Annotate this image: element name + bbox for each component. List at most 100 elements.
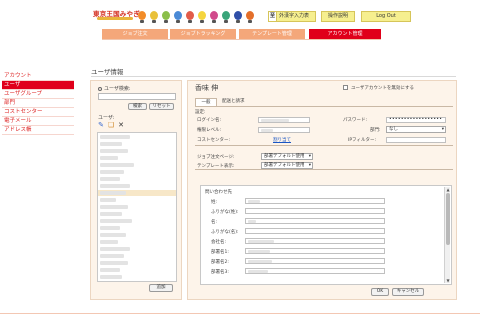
scroll-down-icon[interactable]: ▼ — [445, 278, 451, 283]
user-search-label-text: ユーザ検索: — [104, 86, 131, 92]
tab-template-management[interactable]: テンプレート管理 — [239, 29, 305, 39]
first-name-field[interactable] — [245, 218, 385, 224]
mascot-icon — [150, 11, 158, 23]
logo: 東京王国みやぎ — [93, 8, 140, 23]
list-item[interactable] — [98, 141, 176, 147]
sidebar-item-users[interactable]: ユーザ — [2, 81, 74, 90]
ip-filter-field[interactable] — [386, 137, 446, 143]
list-item[interactable] — [98, 253, 176, 259]
first-name-kana-label: ふりがな(名): — [211, 230, 239, 235]
tab-general[interactable]: 一般 — [195, 98, 217, 106]
logo-swoosh — [97, 17, 133, 20]
list-item[interactable] — [98, 260, 176, 266]
first-name-label: 名: — [211, 220, 218, 225]
footer-divider — [0, 313, 480, 314]
list-item[interactable] — [98, 169, 176, 175]
mascot-icon — [234, 11, 242, 23]
password-label: パスワード: — [343, 118, 368, 123]
list-item[interactable] — [98, 176, 176, 182]
search-button[interactable]: 検索 — [128, 103, 147, 110]
list-item[interactable] — [98, 274, 176, 280]
ok-button[interactable]: OK — [371, 288, 389, 296]
tab-job-order[interactable]: ジョブ注文 — [102, 29, 168, 39]
job-order-page-select[interactable]: 部署デフォルト使用 — [261, 153, 313, 160]
disable-account-label: ユーザアカウントを無効にする — [351, 86, 414, 91]
user-list-toolbar: ✎ ❏ ✕ — [97, 121, 137, 130]
department-name-3-label: 部署名3: — [211, 270, 229, 275]
department-name-1-field[interactable] — [245, 248, 385, 254]
kanji-input-button[interactable]: 至外漢字入力表 — [268, 11, 316, 22]
list-item[interactable] — [98, 155, 176, 161]
mascot-icon — [138, 11, 146, 23]
user-list[interactable] — [97, 132, 177, 282]
list-item[interactable] — [98, 218, 176, 224]
sidebar-item-address-book[interactable]: アドレス帳 — [2, 126, 74, 135]
list-item[interactable] — [98, 246, 176, 252]
first-name-kana-field[interactable] — [245, 228, 385, 234]
add-user-button[interactable]: 追加 — [149, 284, 173, 292]
mascot-icon — [198, 11, 206, 23]
list-item[interactable] — [98, 183, 176, 189]
list-item[interactable] — [98, 211, 176, 217]
sidebar: アカウント ユーザ ユーザグループ 部門 コストセンター 電子メール アドレス帳 — [2, 72, 74, 135]
disable-account-checkbox[interactable]: ユーザアカウントを無効にする — [343, 85, 414, 91]
users-label: ユーザ: — [98, 115, 115, 121]
department-select[interactable]: なし — [386, 126, 446, 133]
tab-divider — [102, 39, 381, 40]
mascot-icon — [186, 11, 194, 23]
list-item[interactable] — [98, 162, 176, 168]
delete-user-icon[interactable]: ✕ — [117, 121, 125, 129]
kanji-button-label: 外漢字入力表 — [279, 13, 310, 19]
reset-button[interactable]: リセット — [149, 103, 174, 110]
scrollbar-thumb[interactable] — [446, 193, 450, 245]
ip-filter-label: IPフィルター: — [348, 138, 376, 143]
sidebar-item-cost-centers[interactable]: コストセンター — [2, 108, 74, 117]
template-display-select[interactable]: 部署デフォルト使用 — [261, 162, 313, 169]
department-name-2-field[interactable] — [245, 258, 385, 264]
list-item[interactable] — [98, 190, 176, 196]
user-name-heading: 香味 伸 — [195, 84, 219, 92]
list-item[interactable] — [98, 232, 176, 238]
cost-center-label: コストセンター: — [197, 138, 231, 143]
company-name-field[interactable] — [245, 238, 385, 244]
permission-level-select[interactable] — [258, 127, 310, 133]
tab-job-tracking[interactable]: ジョブトラッキング — [170, 29, 236, 39]
contact-scrollbar[interactable]: ▲ ▼ — [444, 187, 450, 283]
sidebar-item-account[interactable]: アカウント — [2, 72, 74, 81]
list-item[interactable] — [98, 204, 176, 210]
sidebar-item-email[interactable]: 電子メール — [2, 117, 74, 126]
list-item[interactable] — [98, 239, 176, 245]
department-name-3-field[interactable] — [245, 268, 385, 274]
cancel-button[interactable]: キャンセル — [392, 288, 424, 296]
settings-heading: 設定: — [195, 110, 206, 115]
user-search-input[interactable] — [98, 93, 176, 100]
list-item[interactable] — [98, 134, 176, 140]
edit-user-icon[interactable]: ✎ — [97, 121, 105, 129]
password-field[interactable]: •••••••••••••••••• — [386, 117, 446, 123]
list-item[interactable] — [98, 267, 176, 273]
mascot-icon — [162, 11, 170, 23]
last-name-field[interactable] — [245, 198, 385, 204]
contact-heading: 問い合わせ先 — [205, 190, 232, 195]
list-item[interactable] — [98, 197, 176, 203]
copy-user-icon[interactable]: ❏ — [107, 121, 115, 129]
tab-account-management[interactable]: アカウント管理 — [309, 29, 381, 39]
scroll-up-icon[interactable]: ▲ — [445, 187, 451, 192]
last-name-kana-field[interactable] — [245, 208, 385, 214]
sidebar-item-departments[interactable]: 部門 — [2, 99, 74, 108]
logout-button[interactable]: Log Out — [361, 11, 411, 22]
user-detail-panel: 香味 伸 ユーザアカウントを無効にする 一般 配送と請求 設定: ログイン名: … — [187, 80, 457, 300]
assign-cost-center-link[interactable]: 割り当て — [273, 137, 291, 143]
contact-info-box: 問い合わせ先 姓: ふりがな(姓): 名: ふりがな(名): 会社名: 部署名1… — [200, 185, 452, 285]
list-item[interactable] — [98, 148, 176, 154]
sidebar-item-user-groups[interactable]: ユーザグループ — [2, 90, 74, 99]
checkbox-icon[interactable] — [343, 85, 348, 90]
tab-delivery-billing[interactable]: 配送と請求 — [222, 98, 245, 106]
user-search-label: ユーザ検索: — [98, 85, 131, 92]
list-item[interactable] — [98, 225, 176, 231]
help-button[interactable]: 操作説明 — [321, 11, 355, 22]
department-name-2-label: 部署名2: — [211, 260, 229, 265]
mascot-icon — [222, 11, 230, 23]
department-label: 部門: — [370, 128, 381, 133]
login-name-field[interactable] — [258, 117, 310, 123]
